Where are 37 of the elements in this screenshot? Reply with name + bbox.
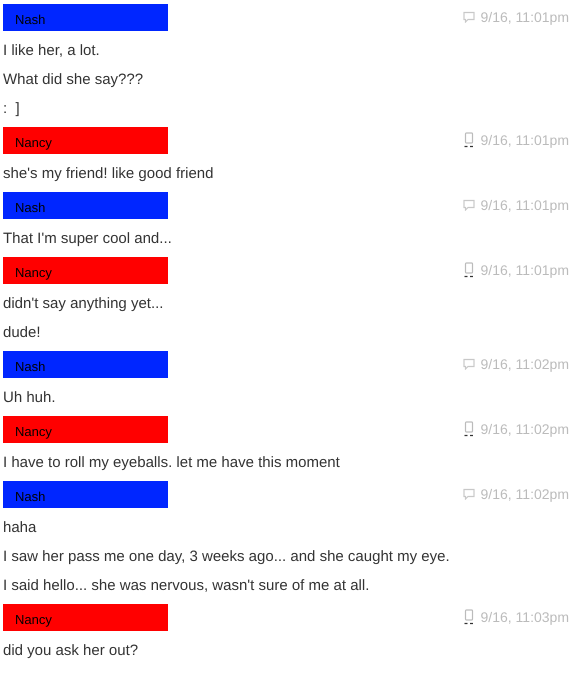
sender-name-bar: Nash bbox=[3, 480, 168, 508]
message-text: haha bbox=[3, 518, 38, 537]
phone-icon bbox=[462, 421, 475, 437]
message-text: That I'm super cool and... bbox=[3, 229, 173, 248]
phone-icon bbox=[462, 132, 475, 148]
message-text: I like her, a lot. bbox=[3, 41, 101, 60]
message-text: : ] bbox=[3, 99, 21, 118]
sender-name-bar: Nash bbox=[3, 4, 168, 30]
message-text: Uh huh. bbox=[3, 388, 57, 407]
message-text: she's my friend! like good friend bbox=[3, 164, 214, 183]
message-timestamp: 9/16, 11:01pm bbox=[480, 8, 569, 27]
message-text: dude! bbox=[3, 323, 42, 342]
sender-name-bar: Nancy bbox=[3, 604, 168, 630]
chat-bubble-icon bbox=[462, 358, 475, 370]
message-text: I saw her pass me one day, 3 weeks ago... and she caught my eye. bbox=[3, 547, 451, 566]
chat-bubble-icon bbox=[462, 199, 475, 211]
message-timestamp: 9/16, 11:01pm bbox=[480, 130, 569, 150]
message-timestamp: 9/16, 11:03pm bbox=[480, 608, 569, 627]
message-text: didn't say anything yet... bbox=[3, 294, 164, 313]
message-text: I said hello... she was nervous, wasn't sure of me at all. bbox=[3, 576, 370, 595]
message-text: did you ask her out? bbox=[3, 641, 140, 660]
message-text: What did she say??? bbox=[3, 70, 144, 89]
sender-name-bar: Nancy bbox=[3, 126, 168, 154]
message-timestamp: 9/16, 11:02pm bbox=[480, 420, 569, 439]
message-text: I have to roll my eyeballs. let me have this moment bbox=[3, 453, 341, 472]
message-timestamp: 9/16, 11:01pm bbox=[480, 260, 569, 280]
phone-icon bbox=[462, 609, 475, 625]
chat-bubble-icon bbox=[462, 488, 475, 500]
sender-name-bar: Nancy bbox=[3, 416, 168, 442]
message-timestamp: 9/16, 11:02pm bbox=[480, 484, 569, 504]
message-timestamp: 9/16, 11:01pm bbox=[480, 196, 569, 215]
phone-icon bbox=[462, 262, 475, 278]
sender-name-bar: Nash bbox=[3, 350, 168, 378]
message-timestamp: 9/16, 11:02pm bbox=[480, 354, 569, 374]
sender-name-bar: Nancy bbox=[3, 256, 168, 284]
chat-bubble-icon bbox=[462, 11, 475, 23]
sender-name-bar: Nash bbox=[3, 192, 168, 218]
